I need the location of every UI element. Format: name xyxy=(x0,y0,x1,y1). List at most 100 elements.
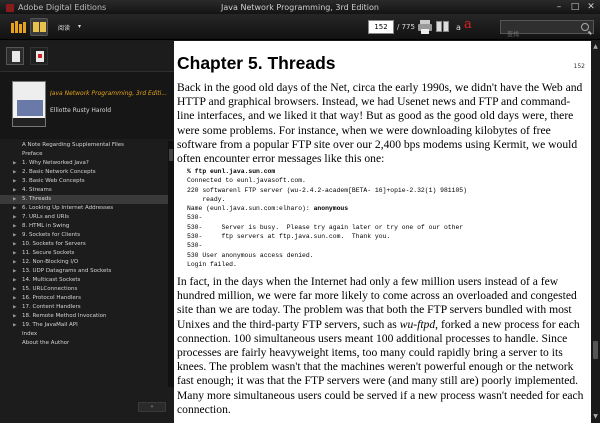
toc-item[interactable]: ▶ 14. Multicast Sockets xyxy=(0,276,168,285)
toc-item[interactable]: ▶ 6. Looking Up Internet Addresses xyxy=(0,204,168,213)
toc-item[interactable]: ▶ 3. Basic Web Concepts xyxy=(0,177,168,186)
toc-item[interactable]: A Note Regarding Supplemental Files xyxy=(0,141,168,150)
code-line: Login failed. xyxy=(187,260,237,268)
toolbar: 阅读 ▾ 152 / 775 a a xyxy=(0,14,600,41)
toc-item[interactable]: ▶ 5. Threads xyxy=(0,195,168,204)
tab-contents[interactable] xyxy=(6,47,24,65)
expand-arrow-icon[interactable]: ▶ xyxy=(13,222,16,231)
expand-arrow-icon[interactable]: ▶ xyxy=(13,231,16,240)
toc-item-label: 6. Looking Up Internet Addresses xyxy=(22,205,114,211)
view-mode-label: 阅读 xyxy=(58,25,71,32)
book-title: Java Network Programming, 3rd Editi... xyxy=(50,90,168,97)
code-line: 530- xyxy=(187,242,203,250)
page-number: 152 xyxy=(573,63,585,70)
expand-arrow-icon[interactable]: ▶ xyxy=(13,312,16,321)
chapter-title: Chapter 5. Threads xyxy=(177,53,336,73)
title-bar: Adobe Digital Editions Java Network Prog… xyxy=(0,0,600,14)
expand-arrow-icon[interactable]: ▶ xyxy=(13,195,16,204)
expand-arrow-icon[interactable]: ▶ xyxy=(13,168,16,177)
code-line: 220 softwarenl FTP server (wu-2.4.2-acad… xyxy=(187,186,467,194)
scroll-thumb[interactable] xyxy=(593,341,598,359)
code-line: 530- xyxy=(187,214,203,222)
toc-item-label: 13. UDP Datagrams and Sockets xyxy=(22,268,112,274)
toc-item[interactable]: ▶ 19. The JavaMail API xyxy=(0,321,168,330)
code-line: ready. xyxy=(187,195,226,203)
expand-arrow-icon[interactable]: ▶ xyxy=(13,186,16,195)
close-button[interactable]: ✕ xyxy=(586,2,596,12)
toc-item-label: 10. Sockets for Servers xyxy=(22,241,86,247)
toc-item[interactable]: ▶ 9. Sockets for Clients xyxy=(0,231,168,240)
toc-item[interactable]: ▶ 8. HTML in Swing xyxy=(0,222,168,231)
document-icon xyxy=(12,51,20,62)
toc-item[interactable]: ▶ 11. Secure Sockets xyxy=(0,249,168,258)
toc-item-label: Index xyxy=(22,331,38,337)
toc-item-label: 2. Basic Network Concepts xyxy=(22,169,96,175)
two-page-view-icon[interactable] xyxy=(436,20,450,34)
toc-item[interactable]: ▶ 7. URLs and URIs xyxy=(0,213,168,222)
emphasized-text: wu-ftpd xyxy=(399,317,436,331)
reading-view-button[interactable] xyxy=(30,18,48,36)
expand-arrow-icon[interactable]: ▶ xyxy=(13,213,16,222)
library-view-button[interactable] xyxy=(10,18,26,36)
window-title: Java Network Programming, 3rd Edition xyxy=(221,3,379,12)
increase-font-button[interactable]: a xyxy=(464,17,478,32)
toc-item-label: 19. The JavaMail API xyxy=(22,322,78,328)
toc-item-label: 18. Remote Method Invocation xyxy=(22,313,107,319)
scroll-down-icon[interactable]: ▼ xyxy=(592,413,599,421)
search-box[interactable] xyxy=(500,20,594,41)
toc-item[interactable]: About the Author xyxy=(0,339,168,348)
toc-item[interactable]: ▶ 16. Protocol Handlers xyxy=(0,294,168,303)
toc-item-label: About the Author xyxy=(22,340,70,346)
toc-item[interactable]: ▶ 17. Content Handlers xyxy=(0,303,168,312)
page-number-input[interactable]: 152 xyxy=(368,20,394,34)
toc-item-label: 17. Content Handlers xyxy=(22,304,81,310)
toc-item[interactable]: ▶ 18. Remote Method Invocation xyxy=(0,312,168,321)
open-book-icon xyxy=(33,22,39,32)
expand-arrow-icon[interactable]: ▶ xyxy=(13,294,16,303)
sidebar-tabs xyxy=(6,47,48,65)
expand-arrow-icon[interactable]: ▶ xyxy=(13,159,16,168)
toc-item-label: 3. Basic Web Concepts xyxy=(22,178,85,184)
maximize-button[interactable]: □ xyxy=(570,2,580,12)
expand-arrow-icon[interactable]: ▶ xyxy=(13,249,16,258)
window-controls: – □ ✕ xyxy=(554,2,596,12)
toc-item[interactable]: ▶ 13. UDP Datagrams and Sockets xyxy=(0,267,168,276)
toc-item-label: 8. HTML in Swing xyxy=(22,223,70,229)
toc-item[interactable]: ▶ 2. Basic Network Concepts xyxy=(0,168,168,177)
expand-arrow-icon[interactable]: ▶ xyxy=(13,276,16,285)
view-mode-menu[interactable]: 阅读 ▾ xyxy=(58,23,81,32)
expand-arrow-icon[interactable]: ▶ xyxy=(13,177,16,186)
toc-item[interactable]: ▶ 12. Non-Blocking I/O xyxy=(0,258,168,267)
toc-item-label: 11. Secure Sockets xyxy=(22,250,75,256)
code-line: Name (eunl.java.sun.com:elharo): anonymo… xyxy=(187,205,349,213)
search-input[interactable] xyxy=(501,28,571,41)
minimize-button[interactable]: – xyxy=(554,2,564,12)
print-icon[interactable] xyxy=(418,20,432,34)
page-scrollbar[interactable]: ▲ ▼ xyxy=(591,41,600,423)
scroll-up-icon[interactable]: ▲ xyxy=(592,43,599,51)
toc-item-label: 5. Threads xyxy=(22,196,52,202)
expand-arrow-icon[interactable]: ▶ xyxy=(13,258,16,267)
page-total: / 775 xyxy=(397,23,415,31)
expand-arrow-icon[interactable]: ▶ xyxy=(13,204,16,213)
reading-pane: Chapter 5. Threads 152 Back in the good … xyxy=(174,41,591,423)
expand-arrow-icon[interactable]: ▶ xyxy=(13,285,16,294)
toc-item[interactable]: ▶ 10. Sockets for Servers xyxy=(0,240,168,249)
sidebar-options-button[interactable]: ▾ xyxy=(138,402,166,412)
code-line: 530- Server is busy. Please try again la… xyxy=(187,223,464,231)
table-of-contents: A Note Regarding Supplemental Files Prefa… xyxy=(0,141,168,348)
toc-item-label: A Note Regarding Supplemental Files xyxy=(22,142,124,148)
toc-item[interactable]: ▶ 15. URLConnections xyxy=(0,285,168,294)
expand-arrow-icon[interactable]: ▶ xyxy=(13,321,16,330)
search-icon[interactable] xyxy=(581,23,589,31)
toc-item-label: 4. Streams xyxy=(22,187,52,193)
expand-arrow-icon[interactable]: ▶ xyxy=(13,267,16,276)
toc-item-label: 12. Non-Blocking I/O xyxy=(22,259,79,265)
toc-item[interactable]: Preface xyxy=(0,150,168,159)
toc-item[interactable]: Index xyxy=(0,330,168,339)
expand-arrow-icon[interactable]: ▶ xyxy=(13,303,16,312)
tab-bookmarks[interactable] xyxy=(30,47,48,65)
toc-item[interactable]: ▶ 1. Why Networked Java? xyxy=(0,159,168,168)
toc-item[interactable]: ▶ 4. Streams xyxy=(0,186,168,195)
expand-arrow-icon[interactable]: ▶ xyxy=(13,240,16,249)
